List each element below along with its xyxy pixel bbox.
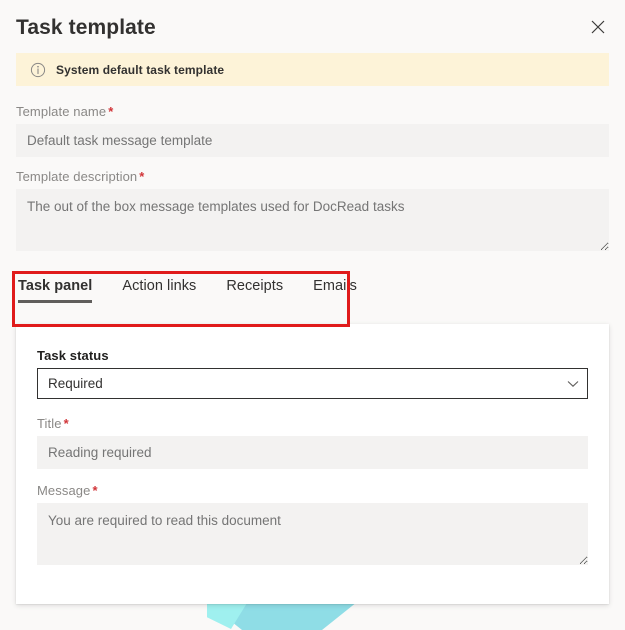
system-default-banner: System default task template (16, 53, 609, 86)
field-task-status: Task status Required (37, 348, 588, 399)
task-status-selected-value: Required (48, 376, 103, 391)
task-status-select-wrapper: Required (37, 368, 588, 399)
info-circle-icon (30, 62, 46, 78)
template-name-input[interactable] (16, 124, 609, 157)
field-template-description: Template description * (16, 169, 609, 256)
page-title: Task template (16, 16, 156, 39)
message-label-text: Message (37, 483, 91, 498)
required-marker: * (63, 416, 69, 431)
close-icon (591, 20, 605, 34)
close-button[interactable] (583, 12, 613, 42)
template-description-label-text: Template description (16, 169, 138, 184)
message-textarea[interactable] (37, 503, 588, 565)
decorative-chevron-shape (207, 602, 357, 630)
decorative-chevron-accent-shape (207, 603, 247, 629)
field-template-name: Template name * (16, 104, 609, 157)
template-description-textarea[interactable] (16, 189, 609, 251)
banner-text: System default task template (56, 62, 225, 77)
required-marker: * (139, 169, 145, 184)
tab-bar: Task panel Action links Receipts Emails (0, 268, 625, 314)
title-input[interactable] (37, 436, 588, 469)
template-name-label: Template name * (16, 104, 609, 119)
title-label: Title * (37, 416, 588, 431)
tab-emails[interactable]: Emails (313, 278, 357, 303)
tab-task-panel[interactable]: Task panel (18, 278, 93, 303)
message-label: Message * (37, 483, 588, 498)
field-message: Message * (37, 483, 588, 570)
required-marker: * (92, 483, 98, 498)
template-name-label-text: Template name (16, 104, 107, 119)
template-form: Template name* Template description* (0, 86, 625, 256)
tab-action-links[interactable]: Action links (122, 278, 196, 303)
tab-receipts[interactable]: Receipts (226, 278, 283, 303)
dialog-header: Task template (0, 0, 625, 53)
template-description-label: Template description * (16, 169, 609, 184)
field-title: Title * (37, 416, 588, 469)
task-panel-content: Task status Required Title* Message* (16, 324, 609, 604)
task-status-select[interactable]: Required (37, 368, 588, 399)
title-label-text: Title (37, 416, 62, 431)
task-status-label: Task status (37, 348, 109, 363)
required-marker: * (108, 104, 114, 119)
